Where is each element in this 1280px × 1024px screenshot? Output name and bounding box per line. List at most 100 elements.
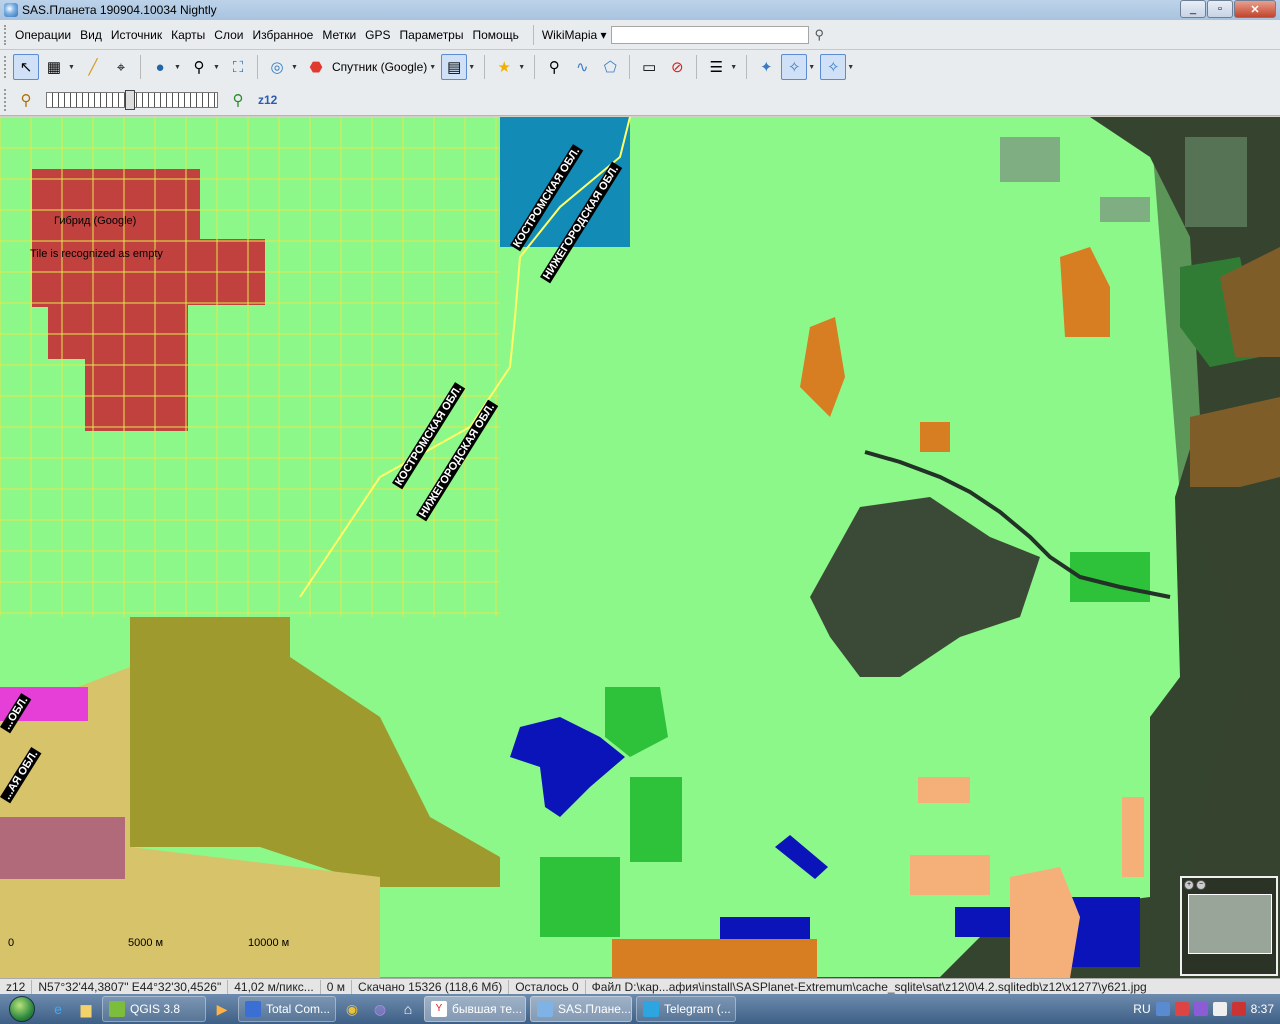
menu-settings[interactable]: Параметры xyxy=(397,28,470,42)
skype-icon[interactable]: ⌂ xyxy=(394,996,422,1022)
compass-icon[interactable]: ⌖ xyxy=(108,54,134,80)
toolbar-grip[interactable] xyxy=(4,88,10,111)
menu-operations[interactable]: Операции xyxy=(12,28,77,42)
minimap-zoom-in-icon[interactable]: + xyxy=(1184,880,1194,890)
menu-favorites[interactable]: Избранное xyxy=(249,28,319,42)
tray-pdf-icon[interactable] xyxy=(1174,1002,1189,1016)
chrome-icon[interactable]: ◉ xyxy=(338,996,366,1022)
chevron-down-icon[interactable]: ▼ xyxy=(68,64,76,71)
tray-network-icon[interactable] xyxy=(1155,1002,1170,1016)
chevron-down-icon[interactable]: ▼ xyxy=(291,64,299,71)
toolbar-grip[interactable] xyxy=(4,56,10,78)
minimap-viewport[interactable] xyxy=(1188,894,1272,954)
zoom-slider-thumb[interactable] xyxy=(125,89,135,110)
zoom-level-label: z12 xyxy=(258,92,278,107)
status-resolution: 41,02 м/пикс... xyxy=(228,979,321,994)
taskbar-item-total-commander[interactable]: Total Com... xyxy=(238,996,336,1022)
gps-icon[interactable]: ◎ xyxy=(264,54,290,80)
sasplanet-app-icon xyxy=(4,3,18,17)
taskbar-item-yandex[interactable]: Yбывшая те... xyxy=(424,996,526,1022)
polygon-icon[interactable]: ⬠ xyxy=(597,54,623,80)
zoom-in-icon[interactable]: ⚲ xyxy=(225,87,251,113)
map-canvas[interactable] xyxy=(0,117,1280,978)
google-maps-icon[interactable]: ⬣ xyxy=(303,54,329,80)
forest-block-mauve xyxy=(0,817,125,879)
minimize-button[interactable]: _ xyxy=(1180,0,1206,18)
cache-icon[interactable]: ☰ xyxy=(703,54,729,80)
minimap[interactable]: + − xyxy=(1180,876,1278,976)
search-provider-select[interactable]: WikiMapia ▾ xyxy=(542,28,607,42)
satellite-layer-icon[interactable]: ✧ xyxy=(820,54,847,80)
map-type-icon[interactable]: ▤ xyxy=(441,54,468,80)
scale-10km-label: 10000 м xyxy=(248,937,290,949)
maximize-button[interactable]: ▫ xyxy=(1207,0,1233,18)
menu-source[interactable]: Источник xyxy=(108,28,168,42)
search-provider-label: WikiMapia xyxy=(541,27,598,42)
delete-icon[interactable]: ⊘ xyxy=(664,54,690,80)
wikimapia-layer-icon[interactable]: ✧ xyxy=(781,54,808,80)
chevron-down-icon[interactable]: ▼ xyxy=(213,64,221,71)
taskbar-item-sasplanet[interactable]: SAS.Плане... xyxy=(530,996,632,1022)
toolbar-grip[interactable] xyxy=(4,24,10,45)
close-button[interactable]: ✕ xyxy=(1234,0,1276,18)
fullscreen-icon[interactable]: ⛶ xyxy=(225,54,251,80)
chevron-down-icon[interactable]: ▼ xyxy=(429,64,437,71)
qgis-icon xyxy=(109,1001,125,1017)
language-indicator[interactable]: RU xyxy=(1133,1002,1150,1016)
zoom-slider[interactable] xyxy=(46,89,218,110)
taskbar-item-qgis[interactable]: QGIS 3.8 xyxy=(102,996,206,1022)
tray-volume-icon[interactable] xyxy=(1212,1002,1227,1016)
chevron-down-icon[interactable]: ▼ xyxy=(468,64,476,71)
windows-logo-icon xyxy=(9,996,35,1022)
forest-block-orange xyxy=(920,422,950,452)
map-type-select[interactable]: Спутник (Google) xyxy=(332,60,427,74)
path-icon[interactable]: ∿ xyxy=(569,54,595,80)
bird-icon[interactable]: ✦ xyxy=(753,54,779,80)
viber-icon[interactable]: ◍ xyxy=(366,996,394,1022)
tray-viber-icon[interactable] xyxy=(1193,1002,1208,1016)
taskbar-item-label: Telegram (... xyxy=(664,1002,731,1016)
menu-layers[interactable]: Слои xyxy=(211,28,249,42)
status-remaining: Осталось 0 xyxy=(509,979,586,994)
chevron-down-icon[interactable]: ▼ xyxy=(808,64,816,71)
select-arrow-icon[interactable]: ↖ xyxy=(13,54,39,80)
clock[interactable]: 8:37 xyxy=(1251,1002,1274,1016)
file-explorer-icon[interactable]: ▆ xyxy=(72,996,100,1022)
menu-maps[interactable]: Карты xyxy=(168,28,211,42)
ruler-icon[interactable]: ╱ xyxy=(80,54,106,80)
chevron-down-icon[interactable]: ▼ xyxy=(174,64,182,71)
menu-gps[interactable]: GPS xyxy=(362,28,396,42)
menu-view[interactable]: Вид xyxy=(77,28,108,42)
note-icon[interactable]: ▭ xyxy=(636,54,662,80)
internet-explorer-icon[interactable]: e xyxy=(44,996,72,1022)
chevron-down-icon[interactable]: ▼ xyxy=(847,64,855,71)
toolbar-separator xyxy=(629,55,631,79)
tray-alert-icon[interactable] xyxy=(1231,1002,1246,1016)
chevron-down-icon[interactable]: ▼ xyxy=(518,64,526,71)
status-distance: 0 м xyxy=(321,979,353,994)
placemark-icon[interactable]: ⚲ xyxy=(541,54,567,80)
media-player-icon[interactable]: ▶ xyxy=(208,996,236,1022)
magnifier-icon[interactable]: ⚲ xyxy=(186,54,212,80)
favorite-star-icon[interactable]: ★ xyxy=(491,54,517,80)
toolbar-separator xyxy=(696,55,698,79)
yandex-browser-icon: Y xyxy=(431,1001,447,1017)
taskbar-item-telegram[interactable]: Telegram (... xyxy=(636,996,736,1022)
hybrid-layer-label: Гибрид (Google) xyxy=(54,215,137,227)
toolbar-separator xyxy=(484,55,486,79)
zoom-out-icon[interactable]: ⚲ xyxy=(13,87,39,113)
menu-help[interactable]: Помощь xyxy=(469,28,524,42)
start-button[interactable] xyxy=(0,994,44,1024)
search-icon[interactable]: ⚲ xyxy=(815,27,825,43)
minimap-zoom-out-icon[interactable]: − xyxy=(1196,880,1206,890)
layers-icon[interactable]: ▦ xyxy=(41,54,67,80)
menu-marks[interactable]: Метки xyxy=(319,28,362,42)
globe-icon[interactable]: ● xyxy=(147,54,173,80)
sasplanet-icon xyxy=(537,1001,553,1017)
search-input[interactable] xyxy=(610,25,809,44)
map-view[interactable]: Гибрид (Google) Tile is recognized as em… xyxy=(0,117,1280,978)
chevron-down-icon[interactable]: ▼ xyxy=(730,64,738,71)
status-file-path: Файл D:\кар...афия\install\SASPlanet-Ext… xyxy=(591,979,1147,994)
zoom-toolbar: ⚲ ⚲ z12 xyxy=(0,84,1280,116)
menu-separator xyxy=(532,24,534,45)
